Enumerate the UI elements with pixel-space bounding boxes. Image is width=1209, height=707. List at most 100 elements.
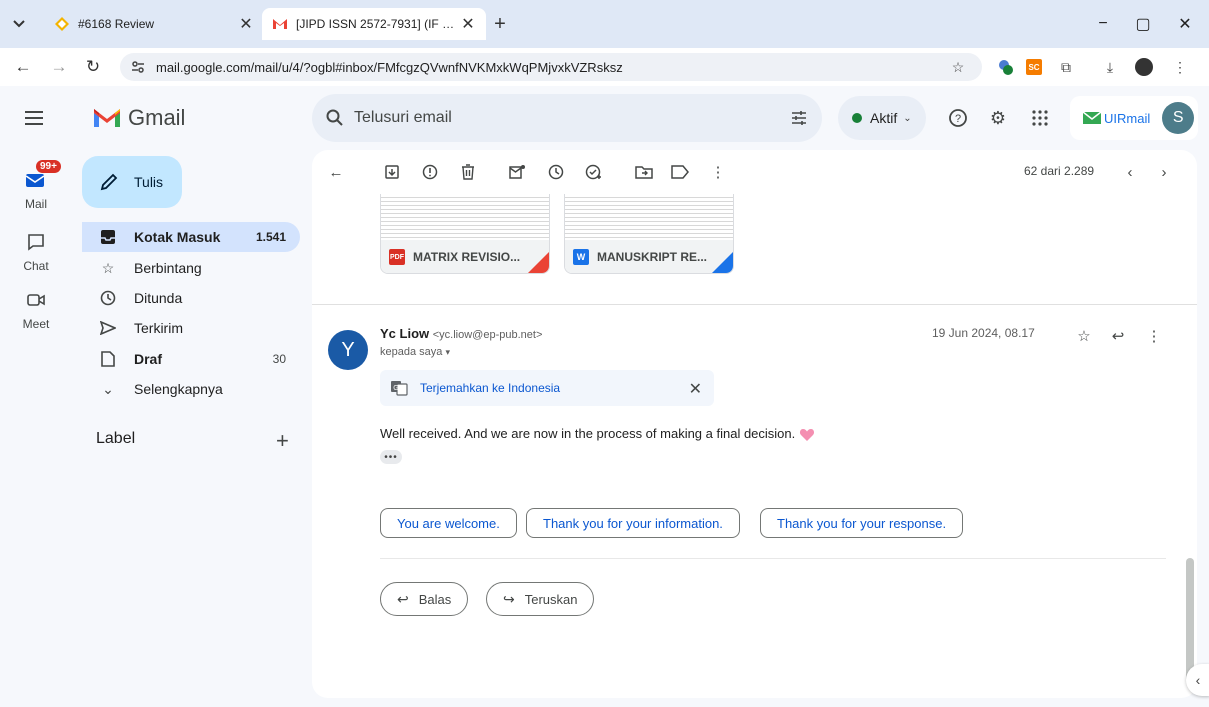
- older-chevron-right-icon[interactable]: ›: [1154, 162, 1174, 182]
- translate-link[interactable]: Terjemahkan ke Indonesia: [420, 381, 560, 395]
- sidebar-item-snoozed[interactable]: Ditunda: [82, 283, 300, 313]
- translate-icon: G: [391, 381, 408, 396]
- bookmark-star-icon[interactable]: ☆: [948, 57, 968, 77]
- extensions-puzzle-icon[interactable]: ⧉: [1056, 57, 1076, 77]
- close-window-button[interactable]: ✕: [1170, 12, 1200, 36]
- apps-grid-icon[interactable]: [1028, 106, 1052, 130]
- snooze-clock-icon[interactable]: [546, 162, 566, 182]
- word-file-icon: W: [573, 249, 589, 265]
- profile-avatar-icon[interactable]: [1134, 57, 1154, 77]
- browser-tab-review[interactable]: #6168 Review ✕: [44, 8, 264, 40]
- status-selector[interactable]: Aktif ⌄: [838, 96, 926, 140]
- forward-arrow-icon[interactable]: →: [48, 56, 70, 78]
- minimize-button[interactable]: −: [1088, 12, 1118, 36]
- site-info-icon[interactable]: [130, 59, 146, 75]
- add-label-icon[interactable]: +: [276, 428, 289, 454]
- sidebar-item-label: Berbintang: [134, 260, 202, 276]
- scholar-extension-icon[interactable]: SC: [1024, 57, 1044, 77]
- mark-unread-icon[interactable]: [508, 162, 528, 182]
- tab-search-icon[interactable]: [8, 13, 30, 35]
- gmail-favicon-icon: [273, 19, 287, 29]
- clock-icon: [98, 288, 118, 308]
- forward-button[interactable]: ↪ Teruskan: [486, 582, 595, 616]
- browser-menu-icon[interactable]: ⋮: [1170, 57, 1190, 77]
- maximize-button[interactable]: ▢: [1128, 12, 1158, 36]
- show-trimmed-content-button[interactable]: •••: [380, 450, 402, 464]
- smart-reply-chip[interactable]: You are welcome.: [380, 508, 517, 538]
- sidebar-item-more[interactable]: ⌄ Selengkapnya: [82, 374, 300, 404]
- sidebar-item-inbox[interactable]: Kotak Masuk 1.541: [82, 222, 300, 252]
- main-menu-icon[interactable]: [22, 108, 46, 128]
- pagination-count: 62 dari 2.289: [1024, 164, 1095, 178]
- gmail-logo-text: Gmail: [128, 105, 186, 130]
- rail-item-chat[interactable]: Chat: [10, 228, 62, 273]
- search-icon[interactable]: [326, 109, 344, 127]
- sidebar-item-starred[interactable]: ☆ Berbintang: [82, 253, 300, 283]
- attachment-card[interactable]: PDF MATRIX REVISIO...: [380, 194, 550, 274]
- account-switcher[interactable]: UIRmail S: [1070, 96, 1198, 140]
- help-icon[interactable]: ?: [946, 106, 970, 130]
- close-tab-icon[interactable]: ✕: [238, 16, 254, 33]
- trash-icon[interactable]: [458, 162, 478, 182]
- message-toolbar: ← ⋮ 62 dari 2.289 ‹ ›: [312, 150, 1197, 194]
- attachment-preview: [381, 194, 549, 240]
- url-text: mail.google.com/mail/u/4/?ogbl#inbox/FMf…: [156, 59, 623, 75]
- reply-button[interactable]: ↩ Balas: [380, 582, 469, 616]
- browser-toolbar: ← → ↻ mail.google.com/mail/u/4/?ogbl#inb…: [0, 48, 1209, 86]
- forward-label: Teruskan: [524, 591, 578, 607]
- newer-chevron-left-icon[interactable]: ‹: [1120, 162, 1140, 182]
- reply-arrow-icon[interactable]: ↩: [1108, 326, 1128, 346]
- close-icon[interactable]: ✕: [689, 379, 702, 399]
- tab-title: [JIPD ISSN 2572-7931] (IF 0.7) N: [296, 17, 460, 31]
- sender-avatar[interactable]: Y: [328, 330, 368, 370]
- sidebar-item-drafts[interactable]: Draf 30: [82, 344, 300, 374]
- message-divider: [312, 304, 1197, 305]
- smart-reply-chip[interactable]: Thank you for your response.: [760, 508, 964, 538]
- browser-tab-gmail[interactable]: [JIPD ISSN 2572-7931] (IF 0.7) N ✕: [262, 8, 486, 40]
- translate-bar: G Terjemahkan ke Indonesia ✕: [380, 370, 714, 406]
- back-to-inbox-icon[interactable]: ←: [326, 162, 346, 182]
- sidebar-item-label: Kotak Masuk: [134, 229, 221, 245]
- more-options-icon[interactable]: ⋮: [1144, 326, 1164, 346]
- more-options-icon[interactable]: ⋮: [708, 162, 728, 182]
- close-tab-icon[interactable]: ✕: [460, 16, 476, 33]
- label-tag-icon[interactable]: [670, 162, 690, 182]
- move-to-folder-icon[interactable]: [634, 162, 654, 182]
- address-bar[interactable]: mail.google.com/mail/u/4/?ogbl#inbox/FMf…: [120, 53, 982, 81]
- search-options-icon[interactable]: [790, 109, 808, 127]
- reply-label: Balas: [418, 591, 452, 607]
- rail-item-mail[interactable]: 99+ Mail: [10, 160, 62, 211]
- avatar[interactable]: S: [1162, 102, 1195, 134]
- sidebar-item-sent[interactable]: Terkirim: [82, 313, 300, 343]
- sender-name[interactable]: Yc Liow: [380, 326, 429, 341]
- search-input[interactable]: Telusuri email: [354, 109, 790, 127]
- rail-item-meet[interactable]: Meet: [10, 286, 62, 331]
- sidebar-item-label: Ditunda: [134, 290, 183, 306]
- video-camera-icon: [20, 286, 52, 314]
- reload-icon[interactable]: ↻: [82, 56, 104, 78]
- pink-heart-icon: [799, 428, 814, 441]
- recipient-details[interactable]: kepada saya ▾: [380, 346, 450, 358]
- svg-text:G: G: [393, 385, 398, 392]
- message-body-text: Well received. And we are now in the pro…: [380, 426, 796, 441]
- report-spam-icon[interactable]: [420, 162, 440, 182]
- rail-label: Chat: [23, 259, 49, 273]
- gmail-logo-icon[interactable]: [92, 105, 122, 129]
- download-icon[interactable]: ⤓: [1100, 57, 1120, 77]
- compose-button[interactable]: Tulis: [82, 156, 182, 208]
- unread-badge: 99+: [36, 160, 61, 173]
- add-to-tasks-icon[interactable]: [584, 162, 604, 182]
- back-arrow-icon[interactable]: ←: [12, 56, 34, 78]
- active-status-dot: [852, 113, 862, 123]
- extension-icon[interactable]: [996, 57, 1016, 77]
- scrollbar[interactable]: [1186, 558, 1194, 682]
- attachment-card[interactable]: W MANUSKRIPT RE...: [564, 194, 734, 274]
- smart-reply-chip[interactable]: Thank you for your information.: [526, 508, 740, 538]
- archive-icon[interactable]: [382, 162, 402, 182]
- star-icon[interactable]: ☆: [1074, 326, 1094, 346]
- settings-gear-icon[interactable]: ⚙: [986, 106, 1010, 130]
- draft-file-icon: [98, 349, 118, 369]
- search-bar[interactable]: Telusuri email: [312, 94, 822, 142]
- mail-icon: 99+: [20, 160, 61, 194]
- new-tab-button[interactable]: +: [488, 12, 512, 36]
